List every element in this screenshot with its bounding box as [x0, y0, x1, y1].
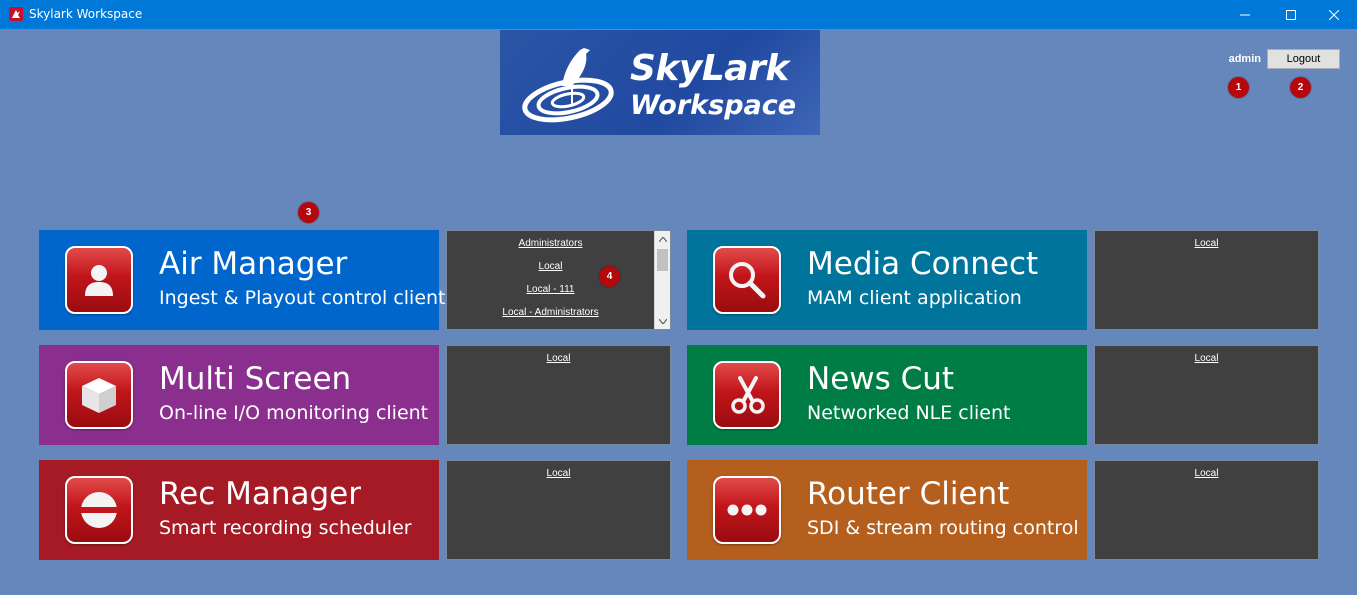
marker-3: 3: [298, 202, 319, 223]
logout-button[interactable]: Logout: [1267, 49, 1340, 69]
rec-manager-profiles-panel: Local: [446, 460, 671, 560]
profile-list: Local: [1095, 461, 1318, 559]
profile-link[interactable]: Local: [1095, 232, 1318, 255]
cube-icon: [65, 361, 133, 429]
app-title: Router Client: [807, 476, 1010, 512]
profile-link[interactable]: Local - 111: [447, 278, 654, 301]
user-icon: [65, 246, 133, 314]
router-client-tile[interactable]: Router Client SDI & stream routing contr…: [687, 460, 1087, 560]
news-cut-tile[interactable]: News Cut Networked NLE client: [687, 345, 1087, 445]
app-title: Air Manager: [159, 246, 348, 282]
scroll-down-button[interactable]: [655, 313, 671, 329]
multi-screen-profiles-panel: Local: [446, 345, 671, 445]
app-subtitle: Ingest & Playout control client: [159, 287, 446, 309]
app-title: News Cut: [807, 361, 955, 397]
app-subtitle: Smart recording scheduler: [159, 517, 412, 539]
profile-list: Local: [447, 346, 670, 444]
media-connect-tile[interactable]: Media Connect MAM client application: [687, 230, 1087, 330]
multi-screen-tile[interactable]: Multi Screen On-line I/O monitoring clie…: [39, 345, 439, 445]
profile-link[interactable]: Local: [447, 347, 670, 370]
dots-icon: [713, 476, 781, 544]
app-title: Multi Screen: [159, 361, 352, 397]
profile-link[interactable]: Local: [447, 462, 670, 485]
scroll-up-button[interactable]: [655, 231, 671, 247]
profile-list: Local: [1095, 346, 1318, 444]
app-subtitle: SDI & stream routing control: [807, 517, 1079, 539]
logo-title: SkyLark: [630, 48, 789, 89]
username-label: admin: [1228, 53, 1261, 65]
close-button[interactable]: [1311, 0, 1357, 29]
bird-logo-icon: [522, 48, 614, 123]
scroll-thumb[interactable]: [657, 249, 668, 271]
profile-link[interactable]: Local - Administrators: [447, 301, 654, 324]
profile-link[interactable]: Local: [1095, 462, 1318, 485]
profile-link[interactable]: Local: [1095, 347, 1318, 370]
router-client-profiles-panel: Local: [1094, 460, 1319, 560]
app-subtitle: MAM client application: [807, 287, 1022, 309]
title-bar: Skylark Workspace: [0, 0, 1357, 29]
skylark-app-icon: [9, 7, 23, 21]
magnifier-icon: [713, 246, 781, 314]
skylark-logo: SkyLark Workspace: [500, 30, 820, 135]
window-title: Skylark Workspace: [29, 7, 143, 21]
scissors-icon: [713, 361, 781, 429]
logo-subtitle: Workspace: [630, 90, 797, 121]
profile-list: Local: [1095, 231, 1318, 329]
marker-4: 4: [599, 266, 620, 287]
profile-list: Local: [447, 461, 670, 559]
marker-1: 1: [1228, 77, 1249, 98]
air-manager-profiles-panel: Administrators Local Local - 111 Local -…: [446, 230, 671, 330]
profile-link[interactable]: Administrators: [447, 232, 654, 255]
maximize-icon: [1286, 9, 1296, 20]
close-icon: [1329, 9, 1339, 20]
profile-link[interactable]: Local: [447, 255, 654, 278]
media-connect-profiles-panel: Local: [1094, 230, 1319, 330]
air-manager-tile[interactable]: Air Manager Ingest & Playout control cli…: [39, 230, 446, 330]
news-cut-profiles-panel: Local: [1094, 345, 1319, 445]
app-title: Rec Manager: [159, 476, 361, 512]
minimize-button[interactable]: [1222, 0, 1268, 29]
chevron-down-icon: [659, 318, 667, 324]
profile-list: Administrators Local Local - 111 Local -…: [447, 231, 654, 329]
profile-scrollbar[interactable]: [654, 231, 670, 329]
app-subtitle: Networked NLE client: [807, 402, 1011, 424]
app-title: Media Connect: [807, 246, 1039, 282]
rec-manager-tile[interactable]: Rec Manager Smart recording scheduler: [39, 460, 439, 560]
maximize-button[interactable]: [1268, 0, 1314, 29]
record-icon: [65, 476, 133, 544]
marker-2: 2: [1290, 77, 1311, 98]
app-subtitle: On-line I/O monitoring client: [159, 402, 429, 424]
minimize-icon: [1240, 14, 1250, 15]
chevron-up-icon: [659, 236, 667, 242]
